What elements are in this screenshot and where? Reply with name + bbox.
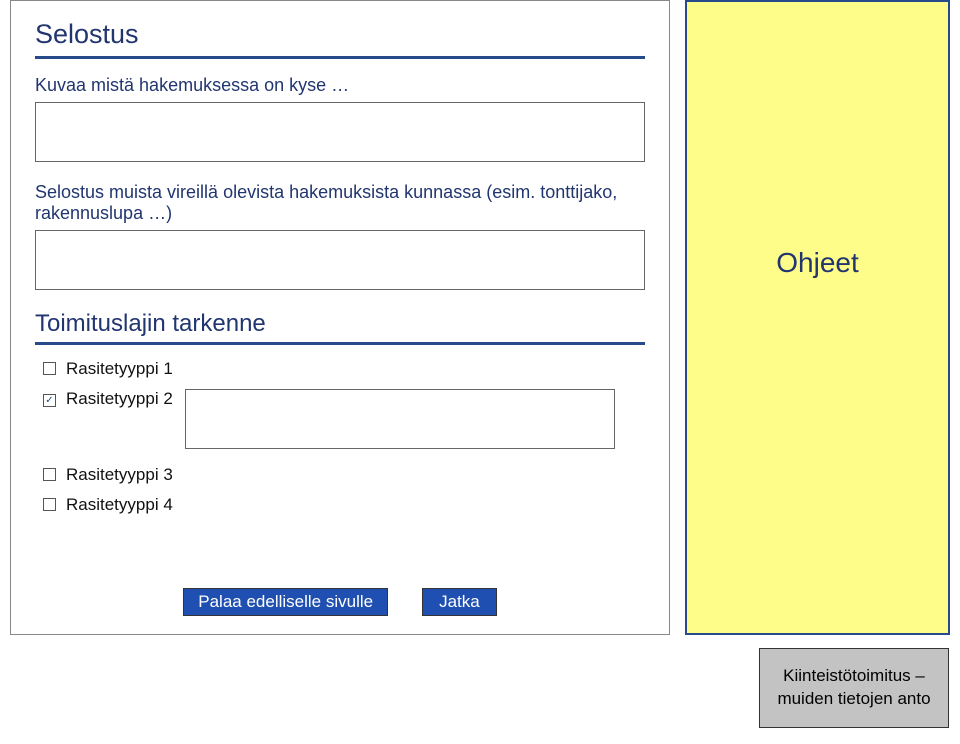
footer-box: Kiinteistötoimitus – muiden tietojen ant… bbox=[759, 648, 949, 728]
checkbox-3[interactable] bbox=[43, 468, 56, 481]
back-button[interactable]: Palaa edelliselle sivulle bbox=[183, 588, 388, 616]
sub-section-title: Toimituslajin tarkenne bbox=[35, 310, 645, 338]
next-button[interactable]: Jatka bbox=[422, 588, 497, 616]
section-divider bbox=[35, 56, 645, 59]
checkbox-label-3: Rasitetyyppi 3 bbox=[66, 465, 173, 485]
selostus-input-2[interactable] bbox=[35, 230, 645, 290]
help-panel: Ohjeet bbox=[685, 0, 950, 635]
form-panel: Selostus Kuvaa mistä hakemuksessa on kys… bbox=[10, 0, 670, 635]
checkbox-row-4: Rasitetyyppi 4 bbox=[43, 495, 645, 515]
checkbox-label-2: Rasitetyyppi 2 bbox=[66, 389, 173, 409]
checkbox-1[interactable] bbox=[43, 362, 56, 375]
field2-label: Selostus muista vireillä olevista hakemu… bbox=[35, 182, 645, 224]
sub-section-divider bbox=[35, 342, 645, 345]
checkbox-label-4: Rasitetyyppi 4 bbox=[66, 495, 173, 515]
footer-text: Kiinteistötoimitus – muiden tietojen ant… bbox=[764, 665, 944, 711]
checkbox-2-detail-input[interactable] bbox=[185, 389, 615, 449]
field1-label: Kuvaa mistä hakemuksessa on kyse … bbox=[35, 75, 645, 96]
help-panel-title: Ohjeet bbox=[776, 247, 859, 279]
checkbox-label-1: Rasitetyyppi 1 bbox=[66, 359, 173, 379]
section-title: Selostus bbox=[35, 19, 645, 50]
checkbox-2[interactable]: ✓ bbox=[43, 394, 56, 407]
checkbox-row-1: Rasitetyyppi 1 bbox=[43, 359, 645, 379]
checkbox-row-2: ✓ Rasitetyyppi 2 bbox=[43, 389, 645, 449]
checkbox-4[interactable] bbox=[43, 498, 56, 511]
checkbox-row-3: Rasitetyyppi 3 bbox=[43, 465, 645, 485]
selostus-input-1[interactable] bbox=[35, 102, 645, 162]
button-row: Palaa edelliselle sivulle Jatka bbox=[11, 588, 669, 616]
